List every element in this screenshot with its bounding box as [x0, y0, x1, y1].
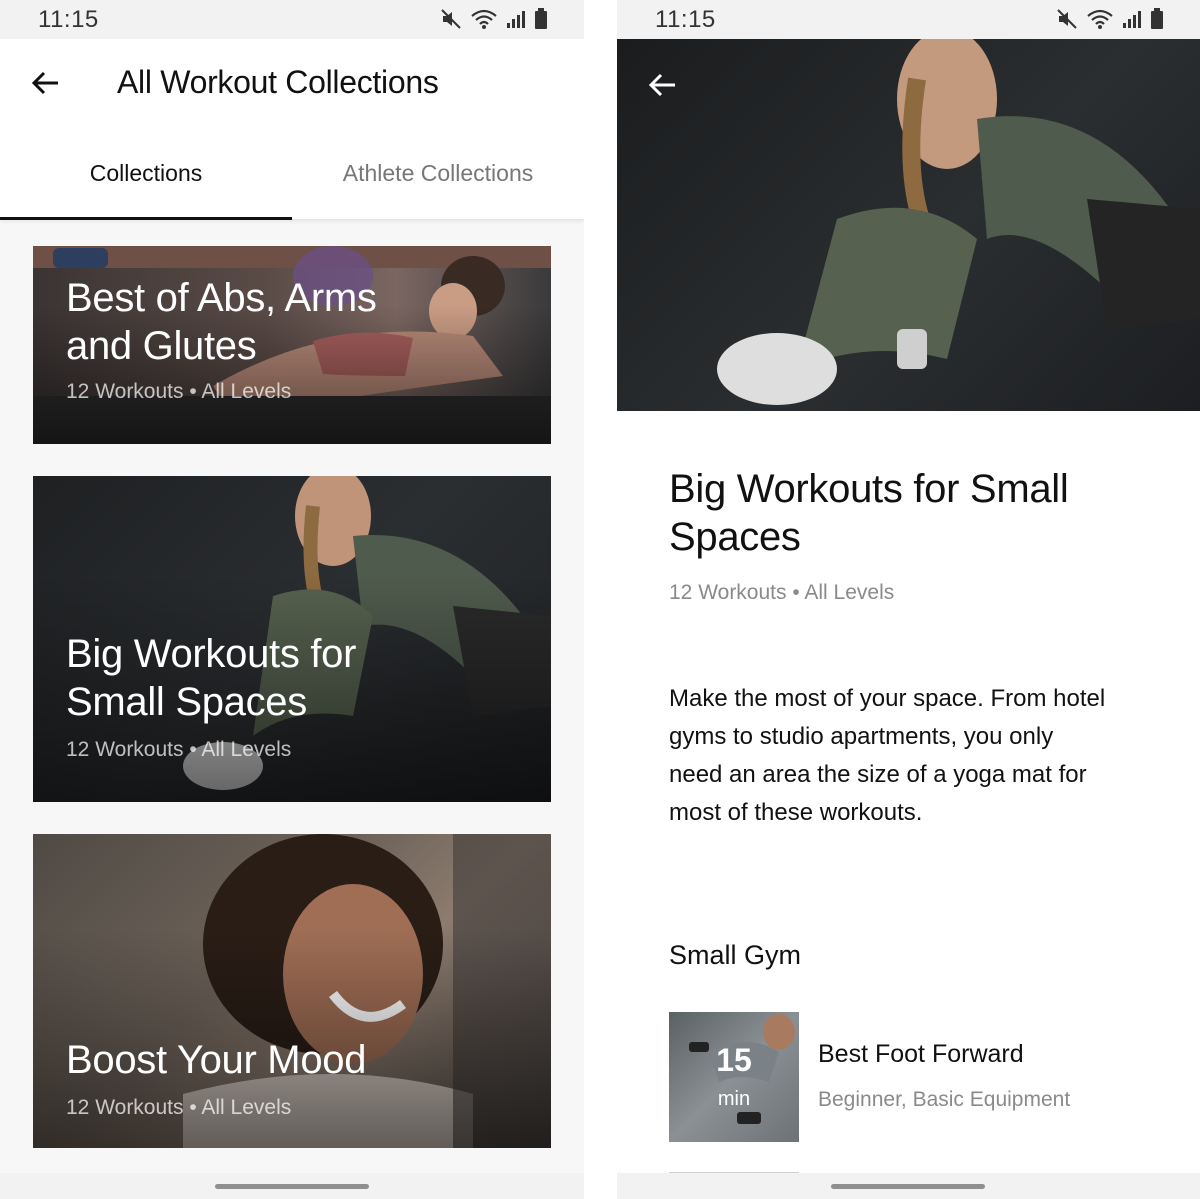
workout-title: Best Foot Forward [818, 1040, 1024, 1068]
arrow-left-icon[interactable] [645, 67, 681, 103]
description-line: need an area the size of a yoga mat for [669, 761, 1087, 788]
section-title: Small Gym [669, 940, 802, 970]
card-meta: 12 Workouts • All Levels [66, 380, 292, 403]
system-nav-bar [0, 1173, 584, 1199]
workout-duration-unit: min [717, 1088, 751, 1110]
status-time: 11:15 [38, 6, 99, 33]
tab-bar: Collections Athlete Collections [0, 129, 584, 220]
mute-icon [441, 9, 461, 29]
card-title-line: Big Workouts for [66, 632, 357, 676]
card-title: Boost Your Mood [66, 1038, 367, 1082]
collection-title-line: Big Workouts for Small [669, 467, 1069, 511]
tab-indicator [0, 217, 292, 220]
tab-athlete-collections[interactable]: Athlete Collections [292, 129, 584, 220]
home-gesture-handle[interactable] [831, 1184, 985, 1189]
workout-item-best-foot-forward[interactable]: 15 min Best Foot Forward Beginner, Basic… [669, 1012, 1169, 1142]
collection-description: Make the most of your space. From hotel … [669, 680, 1169, 832]
system-nav-bar [617, 1173, 1200, 1199]
description-line: Make the most of your space. From hotel [669, 685, 1106, 712]
arrow-left-icon[interactable] [28, 65, 64, 101]
hero-photo [717, 39, 1200, 405]
card-title: Best of Abs, Arms and Glutes [66, 274, 377, 370]
wifi-icon [1087, 9, 1113, 29]
collection-title-line: Spaces [669, 515, 801, 559]
workout-thumbnail: 15 min [669, 1012, 799, 1142]
card-title-line: Small Spaces [66, 680, 307, 724]
card-meta: 12 Workouts • All Levels [66, 1096, 292, 1119]
card-title: Big Workouts for Small Spaces [66, 630, 356, 726]
signal-icon [1123, 11, 1141, 28]
card-title-line: and Glutes [66, 324, 257, 368]
workout-meta: Beginner, Basic Equipment [818, 1088, 1071, 1111]
collection-card-abs-arms-glutes[interactable]: Best of Abs, Arms and Glutes 12 Workouts… [33, 246, 551, 444]
signal-icon [507, 11, 525, 28]
hero-image [617, 39, 1200, 411]
status-bar: 11:15 [617, 0, 1200, 39]
status-time: 11:15 [655, 6, 716, 33]
page-title: All Workout Collections [117, 64, 439, 100]
battery-icon [1151, 8, 1163, 29]
app-bar: All Workout Collections [0, 39, 584, 129]
card-title-line: Best of Abs, Arms [66, 276, 377, 320]
description-line: most of these workouts. [669, 799, 923, 826]
home-gesture-handle[interactable] [215, 1184, 369, 1189]
status-icons [440, 8, 548, 30]
collection-meta: 12 Workouts • All Levels [669, 581, 895, 604]
collection-card-big-workouts-small-spaces[interactable]: Big Workouts for Small Spaces 12 Workout… [33, 476, 551, 802]
status-bar: 11:15 [0, 0, 584, 39]
mute-icon [1057, 9, 1077, 29]
collection-title: Big Workouts for Small Spaces [669, 465, 1149, 561]
card-meta: 12 Workouts • All Levels [66, 738, 292, 761]
wifi-icon [471, 9, 497, 29]
status-icons [1056, 8, 1164, 30]
collection-card-boost-your-mood[interactable]: Boost Your Mood 12 Workouts • All Levels [33, 834, 551, 1148]
tab-collections[interactable]: Collections [0, 129, 292, 220]
collections-screen: 11:15 All Workout Collections Collection… [0, 0, 584, 1199]
workout-duration: 15 [716, 1042, 752, 1078]
description-line: gyms to studio apartments, you only [669, 723, 1054, 750]
battery-icon [535, 8, 547, 29]
collection-detail-screen: 11:15 Big Workouts for Small Spaces 12 W… [617, 0, 1200, 1199]
